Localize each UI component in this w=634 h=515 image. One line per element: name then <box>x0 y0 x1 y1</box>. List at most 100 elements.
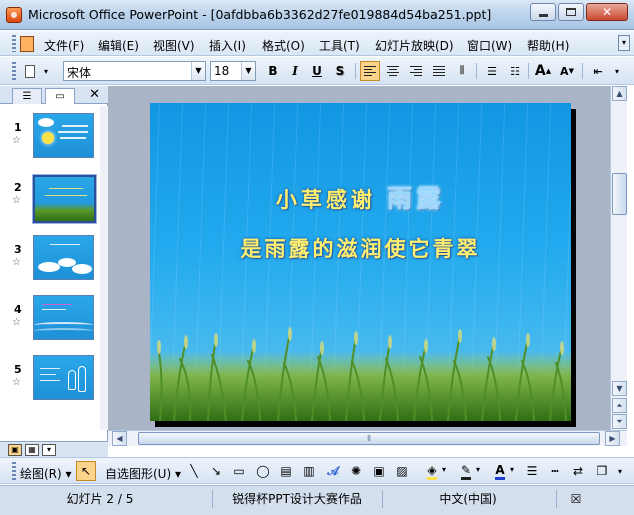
menu-file[interactable]: 文件(F) <box>44 37 84 54</box>
arrow-style-button[interactable]: ⇄ <box>570 463 586 479</box>
tab-outline[interactable]: ☰ <box>12 88 42 104</box>
arrow-tool-button[interactable]: ↘ <box>208 463 224 479</box>
increase-font-button[interactable]: A ▲ <box>533 61 553 81</box>
menu-edit[interactable]: 编辑(E) <box>98 37 139 54</box>
document-icon[interactable] <box>20 36 34 52</box>
chevron-down-icon[interactable]: ▾ <box>442 465 446 474</box>
chevron-down-icon: ▾ <box>614 66 619 76</box>
minimize-button[interactable] <box>530 3 556 21</box>
slide-thumb-5[interactable]: 5 ☆ <box>0 353 100 411</box>
toolbar-overflow-button[interactable]: ▾ <box>40 61 52 81</box>
vertical-scrollbar[interactable]: ▲ ▼ ⏶ ⏷ <box>610 86 627 430</box>
line-tool-button[interactable]: ╲ <box>186 463 202 479</box>
slide-thumb-1[interactable]: 1 ☆ <box>0 111 100 169</box>
align-left-button[interactable] <box>360 61 380 81</box>
font-name-combo[interactable]: 宋体 ▼ <box>63 61 206 81</box>
arrow-icon: ↘ <box>210 464 222 478</box>
spelling-check-icon[interactable]: ☒ <box>566 490 586 508</box>
align-center-button[interactable] <box>383 61 403 81</box>
scroll-up-icon[interactable]: ▲ <box>612 86 627 101</box>
hscroll-thumb[interactable]: ⦀ <box>138 432 600 445</box>
align-right-button[interactable] <box>406 61 426 81</box>
scroll-right-icon[interactable]: ▶ <box>605 431 620 446</box>
chevron-down-icon: ▾ <box>617 466 622 476</box>
underline-button[interactable]: U <box>307 61 327 81</box>
toolbar-grip[interactable] <box>12 62 16 80</box>
rectangle-tool-button[interactable]: ▭ <box>231 463 247 479</box>
menu-slideshow[interactable]: 幻灯片放映(D) <box>375 37 454 54</box>
toolbar-overflow-button[interactable]: ▾ <box>614 463 626 479</box>
decrease-font-button[interactable]: A ▼ <box>557 61 577 81</box>
menu-format[interactable]: 格式(O) <box>262 37 305 54</box>
column-text-button[interactable]: ⦀ <box>452 61 472 81</box>
scroll-down-icon[interactable]: ▼ <box>612 381 627 396</box>
shadow-style-button[interactable]: ❒ <box>594 463 610 479</box>
diagram-icon: ✺ <box>350 464 362 478</box>
new-document-button[interactable] <box>20 61 40 81</box>
current-slide[interactable]: 小草感谢 雨露 是雨露的滋润使它青翠 <box>150 103 571 421</box>
font-size-combo[interactable]: 18 ▼ <box>210 61 256 81</box>
oval-tool-button[interactable]: ◯ <box>255 463 271 479</box>
indent-button[interactable]: ⇤ <box>588 61 608 81</box>
fill-color-button[interactable]: ◈ <box>424 463 440 480</box>
chevron-down-icon[interactable]: ▼ <box>241 62 255 80</box>
distribute-button[interactable] <box>429 61 449 81</box>
slide-thumb-2[interactable]: 2 ☆ <box>0 171 100 229</box>
chevron-down-icon[interactable]: ▼ <box>191 62 205 80</box>
vertical-textbox-button[interactable]: ▥ <box>301 463 317 479</box>
tab-slides[interactable]: ▭ <box>45 88 75 104</box>
slide-title[interactable]: 小草感谢 雨露 <box>150 179 571 215</box>
minimize-icon <box>538 13 548 17</box>
shadow-button[interactable]: S <box>330 61 350 81</box>
line-color-button[interactable]: ✎ <box>458 463 474 480</box>
bold-button[interactable]: B <box>263 61 283 81</box>
wordart-button[interactable]: 𝒜 <box>325 463 341 479</box>
chevron-down-icon[interactable]: ▾ <box>476 465 480 474</box>
menu-options-button[interactable]: ▾ <box>618 35 630 51</box>
toolbar-grip[interactable] <box>12 35 16 52</box>
horizontal-scrollbar[interactable]: ◀ ⦀ ▶ <box>108 430 627 446</box>
chevron-down-icon[interactable]: ▾ <box>510 465 514 474</box>
slide-sorter-button[interactable]: ▦ <box>25 444 39 456</box>
bullets-button[interactable]: ☷ <box>505 61 525 81</box>
maximize-button[interactable] <box>558 3 584 21</box>
clipart-button[interactable]: ▣ <box>371 463 387 479</box>
menu-window[interactable]: 窗口(W) <box>467 37 512 54</box>
italic-button[interactable]: I <box>285 61 305 81</box>
draw-menu-button[interactable]: 绘图(R) ▾ <box>20 465 72 482</box>
toolbar-grip[interactable] <box>12 462 16 480</box>
slideshow-button[interactable]: ▾ <box>42 444 56 456</box>
previous-slide-icon[interactable]: ⏶ <box>612 398 627 413</box>
status-divider <box>382 490 383 508</box>
autoshapes-menu-button[interactable]: 自选图形(U) ▾ <box>105 465 181 482</box>
pane-close-icon[interactable]: ✕ <box>89 87 100 102</box>
font-color-icon: A <box>495 463 505 480</box>
normal-view-button[interactable]: ▣ <box>8 444 22 456</box>
close-button[interactable]: ✕ <box>586 3 628 21</box>
slide-thumb-4[interactable]: 4 ☆ <box>0 293 100 351</box>
slide-subtitle[interactable]: 是雨露的滋润使它青翠 <box>150 233 571 263</box>
menu-view[interactable]: 视图(V) <box>153 37 195 54</box>
scroll-left-icon[interactable]: ◀ <box>112 431 127 446</box>
diagram-button[interactable]: ✺ <box>348 463 364 479</box>
slide-thumbnails: 1 ☆ 2 ☆ 3 ☆ 4 ☆ 5 ☆ <box>0 106 100 430</box>
menu-tools[interactable]: 工具(T) <box>319 37 360 54</box>
numbering-button[interactable]: ☰ <box>482 61 502 81</box>
next-slide-icon[interactable]: ⏷ <box>612 414 627 429</box>
line-style-button[interactable]: ☰ <box>524 463 540 479</box>
insert-picture-button[interactable]: ▨ <box>394 463 410 479</box>
menu-help[interactable]: 帮助(H) <box>527 37 569 54</box>
autoshapes-menu-label: 自选图形(U) <box>105 467 172 481</box>
textbox-tool-button[interactable]: ▤ <box>278 463 294 479</box>
status-bar: 幻灯片 2 / 5 锐得杯PPT设计大赛作品 中文(中国) ☒ <box>0 485 634 515</box>
slide-thumb-3[interactable]: 3 ☆ <box>0 233 100 291</box>
rectangle-icon: ▭ <box>233 464 245 478</box>
select-objects-button[interactable]: ↖ <box>76 461 96 481</box>
dash-style-button[interactable]: ┅ <box>547 463 563 479</box>
menu-insert[interactable]: 插入(I) <box>209 37 246 54</box>
thumbnails-scrollbar[interactable] <box>100 106 108 430</box>
font-color-button[interactable]: A <box>492 463 508 480</box>
toolbar-overflow-button[interactable]: ▾ <box>611 61 623 81</box>
shadow-style-icon: ❒ <box>596 464 608 478</box>
scroll-thumb[interactable] <box>612 173 627 215</box>
